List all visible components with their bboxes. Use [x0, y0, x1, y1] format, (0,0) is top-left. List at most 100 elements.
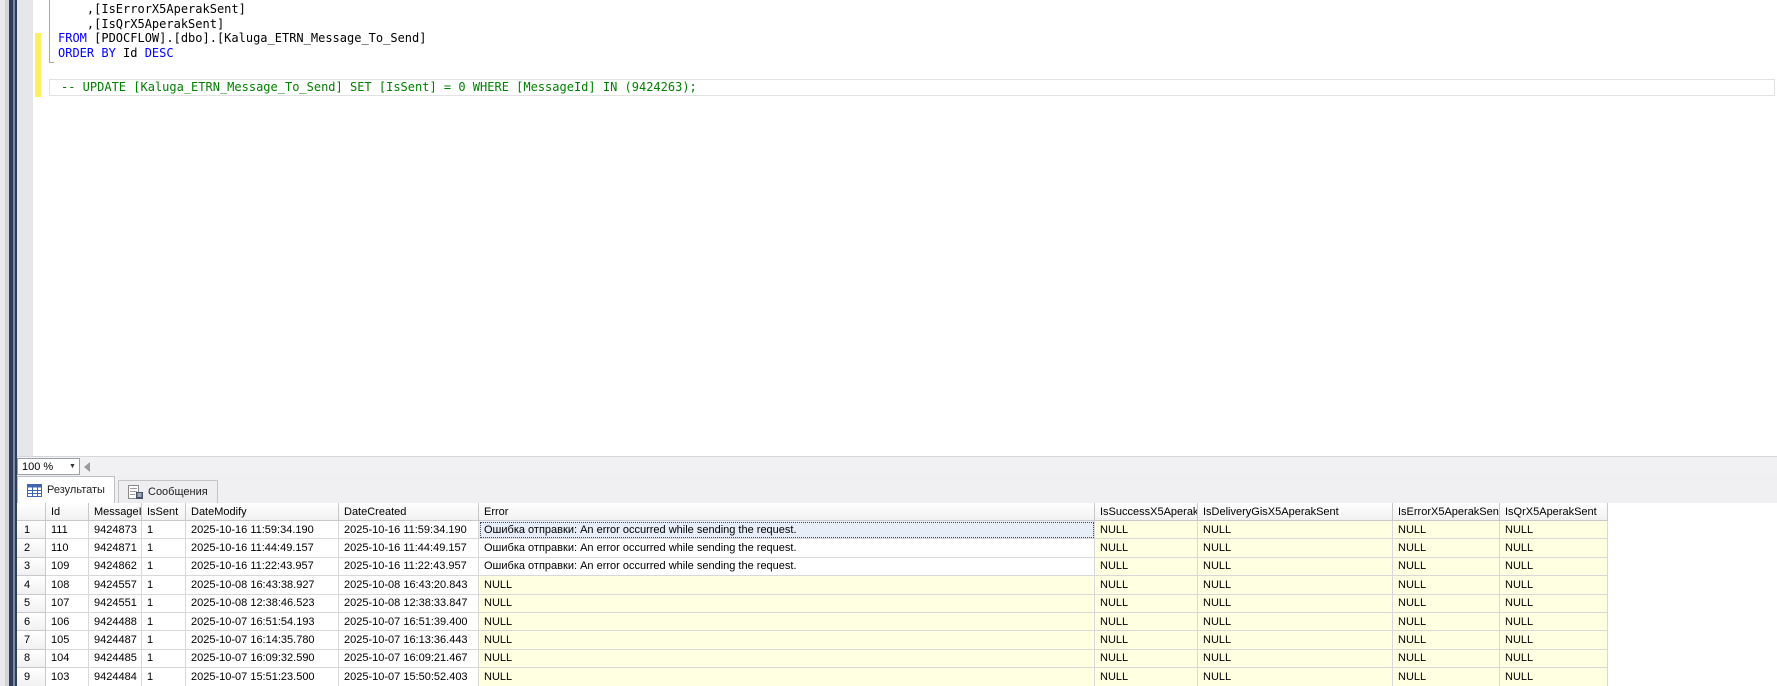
- grid-cell[interactable]: 2025-10-16 11:22:43.957: [186, 557, 339, 577]
- tab-messages[interactable]: Сообщения: [118, 480, 218, 503]
- grid-header-cell-IsDeliveryGisX5AperakSent[interactable]: IsDeliveryGisX5AperakSent: [1198, 503, 1393, 521]
- grid-cell[interactable]: NULL: [1500, 631, 1608, 650]
- grid-cell[interactable]: 2025-10-07 15:51:23.500: [186, 668, 339, 686]
- grid-cell[interactable]: 2025-10-07 16:09:21.467: [339, 649, 479, 669]
- grid-cell[interactable]: NULL: [1095, 612, 1198, 632]
- grid-header-cell-MessageId[interactable]: MessageId: [89, 503, 142, 521]
- code-text-area[interactable]: ,[IsErrorX5AperakSent] ,[IsQrX5AperakSen…: [49, 2, 1777, 96]
- grid-cell[interactable]: 105: [46, 631, 89, 650]
- grid-cell[interactable]: 9424862: [89, 557, 142, 577]
- collapsed-panel-bar[interactable]: [9, 0, 17, 686]
- grid-cell[interactable]: 2025-10-16 11:59:34.190: [186, 521, 339, 540]
- grid-cell[interactable]: NULL: [1095, 594, 1198, 613]
- grid-cell[interactable]: NULL: [1095, 649, 1198, 669]
- grid-cell[interactable]: 106: [46, 612, 89, 632]
- row-number-cell[interactable]: 6: [17, 612, 46, 632]
- grid-cell[interactable]: NULL: [1500, 668, 1608, 686]
- grid-cell[interactable]: 9424487: [89, 631, 142, 650]
- grid-header-cell-DateCreated[interactable]: DateCreated: [339, 503, 479, 521]
- grid-cell[interactable]: 1: [142, 631, 186, 650]
- grid-cell[interactable]: NULL: [1198, 631, 1393, 650]
- grid-cell[interactable]: 9424488: [89, 612, 142, 632]
- grid-cell[interactable]: NULL: [1095, 631, 1198, 650]
- row-number-cell[interactable]: 5: [17, 594, 46, 613]
- grid-cell[interactable]: NULL: [1198, 612, 1393, 632]
- grid-cell[interactable]: NULL: [479, 631, 1095, 650]
- grid-cell[interactable]: NULL: [1095, 557, 1198, 577]
- grid-cell[interactable]: NULL: [1198, 649, 1393, 669]
- grid-cell[interactable]: NULL: [1095, 539, 1198, 558]
- grid-cell[interactable]: NULL: [1500, 539, 1608, 558]
- grid-cell[interactable]: NULL: [1393, 668, 1500, 686]
- grid-cell[interactable]: 1: [142, 668, 186, 686]
- grid-cell[interactable]: NULL: [1500, 557, 1608, 577]
- grid-cell[interactable]: 111: [46, 521, 89, 540]
- grid-cell[interactable]: 9424484: [89, 668, 142, 686]
- grid-cell[interactable]: 2025-10-07 16:13:36.443: [339, 631, 479, 650]
- grid-cell[interactable]: 1: [142, 576, 186, 595]
- grid-cell[interactable]: NULL: [1500, 576, 1608, 595]
- grid-cell[interactable]: NULL: [1393, 539, 1500, 558]
- grid-cell[interactable]: NULL: [1500, 521, 1608, 540]
- grid-header-cell-Error[interactable]: Error: [479, 503, 1095, 521]
- grid-cell[interactable]: NULL: [1393, 576, 1500, 595]
- grid-cell[interactable]: 2025-10-08 12:38:33.847: [339, 594, 479, 613]
- row-number-cell[interactable]: 2: [17, 539, 46, 558]
- grid-cell[interactable]: 9424871: [89, 539, 142, 558]
- grid-corner-cell[interactable]: [17, 503, 46, 521]
- grid-cell[interactable]: 2025-10-08 12:38:46.523: [186, 594, 339, 613]
- grid-cell[interactable]: Ошибка отправки: An error occurred while…: [479, 539, 1095, 558]
- grid-cell[interactable]: 2025-10-08 16:43:38.927: [186, 576, 339, 595]
- grid-cell[interactable]: NULL: [1198, 668, 1393, 686]
- grid-cell[interactable]: 2025-10-08 16:43:20.843: [339, 576, 479, 595]
- grid-cell[interactable]: NULL: [1095, 668, 1198, 686]
- tab-results[interactable]: Результаты: [17, 476, 115, 503]
- grid-header-cell-IsErrorX5AperakSent[interactable]: IsErrorX5AperakSent: [1393, 503, 1500, 521]
- grid-cell[interactable]: NULL: [479, 668, 1095, 686]
- grid-cell[interactable]: NULL: [1393, 631, 1500, 650]
- grid-cell[interactable]: NULL: [1393, 612, 1500, 632]
- grid-cell[interactable]: NULL: [1198, 539, 1393, 558]
- grid-cell[interactable]: Ошибка отправки: An error occurred while…: [479, 521, 1095, 540]
- row-number-cell[interactable]: 9: [17, 668, 46, 686]
- hscroll-left-arrow-icon[interactable]: [84, 462, 90, 472]
- grid-cell[interactable]: 2025-10-07 16:09:32.590: [186, 649, 339, 669]
- grid-header-cell-IsSuccessX5AperakSent[interactable]: IsSuccessX5AperakSent: [1095, 503, 1198, 521]
- grid-cell[interactable]: NULL: [1500, 594, 1608, 613]
- grid-cell[interactable]: 103: [46, 668, 89, 686]
- grid-header-cell-Id[interactable]: Id: [46, 503, 89, 521]
- grid-cell[interactable]: 9424557: [89, 576, 142, 595]
- grid-header-cell-IsSent[interactable]: IsSent: [142, 503, 186, 521]
- grid-cell[interactable]: 1: [142, 521, 186, 540]
- grid-cell[interactable]: NULL: [1095, 576, 1198, 595]
- grid-cell[interactable]: 1: [142, 539, 186, 558]
- grid-header-cell-DateModify[interactable]: DateModify: [186, 503, 339, 521]
- row-number-cell[interactable]: 3: [17, 557, 46, 577]
- grid-cell[interactable]: 2025-10-07 15:50:52.403: [339, 668, 479, 686]
- grid-cell[interactable]: NULL: [1198, 521, 1393, 540]
- row-number-cell[interactable]: 1: [17, 521, 46, 540]
- grid-cell[interactable]: NULL: [479, 612, 1095, 632]
- grid-cell[interactable]: 1: [142, 649, 186, 669]
- grid-cell[interactable]: 108: [46, 576, 89, 595]
- grid-cell[interactable]: 1: [142, 612, 186, 632]
- grid-cell[interactable]: 104: [46, 649, 89, 669]
- grid-header-cell-IsQrX5AperakSent[interactable]: IsQrX5AperakSent: [1500, 503, 1608, 521]
- grid-cell[interactable]: NULL: [479, 576, 1095, 595]
- grid-cell[interactable]: 9424485: [89, 649, 142, 669]
- grid-cell[interactable]: 2025-10-16 11:22:43.957: [339, 557, 479, 577]
- grid-cell[interactable]: 1: [142, 594, 186, 613]
- editor-zoom-dropdown[interactable]: 100 % ▼: [17, 458, 80, 475]
- grid-cell[interactable]: NULL: [1393, 557, 1500, 577]
- sql-editor[interactable]: ,[IsErrorX5AperakSent] ,[IsQrX5AperakSen…: [17, 0, 1777, 456]
- row-number-cell[interactable]: 7: [17, 631, 46, 650]
- grid-cell[interactable]: NULL: [1393, 649, 1500, 669]
- grid-cell[interactable]: 110: [46, 539, 89, 558]
- grid-cell[interactable]: NULL: [479, 649, 1095, 669]
- grid-cell[interactable]: 2025-10-16 11:44:49.157: [339, 539, 479, 558]
- grid-cell[interactable]: NULL: [479, 594, 1095, 613]
- grid-cell[interactable]: 2025-10-07 16:14:35.780: [186, 631, 339, 650]
- grid-cell[interactable]: 1: [142, 557, 186, 577]
- grid-cell[interactable]: 9424873: [89, 521, 142, 540]
- grid-cell[interactable]: 2025-10-16 11:44:49.157: [186, 539, 339, 558]
